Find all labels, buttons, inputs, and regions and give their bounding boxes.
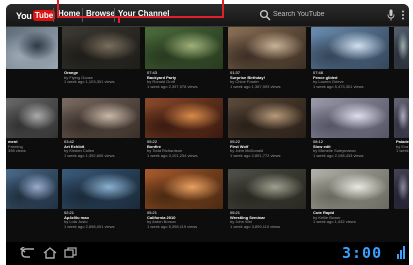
video-thumbnail[interactable]	[145, 169, 223, 209]
video-thumbnail[interactable]	[311, 27, 389, 69]
search-input[interactable]	[273, 7, 383, 22]
search-icon[interactable]	[259, 9, 271, 21]
video-tile[interactable]: 05:22 First Wolf by John McDonald 1 week ag…	[228, 98, 306, 166]
video-thumbnail[interactable]	[62, 98, 140, 138]
video-tile[interactable]: 02:21 Ap4x0lu mao by Lola Justo 1 week ago …	[62, 169, 140, 237]
video-tile[interactable]: 03:42 Art Exhibit by Kirsten Cullen 1 week …	[62, 98, 140, 166]
video-tile[interactable]: 07:48 Fence glided by Lauren Grieve 1 week …	[311, 27, 389, 97]
video-stats: 1 week ago 3,899,110 views	[230, 223, 281, 229]
video-tile[interactable]: Palade by Eva 1 week	[394, 98, 409, 166]
video-tile[interactable]: Cute Rapid by Kellie Bower 1 week ago 1,43…	[311, 169, 389, 237]
video-tile[interactable]: 08:12 Slow edit by Michelle Suleymanov 1 we…	[311, 98, 389, 166]
top-bar: You Tube Home Browse Your Channel	[6, 4, 409, 27]
tablet-screen: You Tube Home Browse Your Channel Search…	[6, 4, 409, 265]
video-caption: 07:48 Fence glided by Lauren Grieve 1 week …	[313, 70, 364, 89]
divider	[82, 8, 83, 22]
video-thumbnail[interactable]	[228, 98, 306, 138]
video-stats: 1 week ago 1,367,993 views	[230, 83, 281, 89]
video-caption: Cute Rapid by Kellie Bower 1 week ago 1,43…	[313, 210, 356, 225]
recent-apps-icon[interactable]	[64, 247, 77, 259]
video-tile[interactable]	[6, 169, 58, 237]
video-caption: ment Farming 398 views	[8, 139, 26, 154]
video-thumbnail[interactable]	[145, 27, 223, 69]
nav-home[interactable]: Home	[58, 9, 80, 18]
video-caption: 05:21 California 2010 by Anton Borsov 1 wee…	[147, 210, 198, 229]
video-stats: 1 week ago 1,432 views	[313, 219, 356, 225]
video-thumbnail[interactable]	[6, 169, 58, 209]
video-tile[interactable]: 05:22 Bonfire by Todd Richardson 1 week ago…	[145, 98, 223, 166]
video-thumbnail[interactable]	[62, 169, 140, 209]
video-caption: 05:22 Bonfire by Todd Richardson 1 week ago…	[147, 139, 198, 158]
nav-your-channel[interactable]: Your Channel	[118, 9, 169, 18]
video-thumbnail[interactable]	[145, 98, 223, 138]
video-tile[interactable]: 05:21 California 2010 by Anton Borsov 1 wee…	[145, 169, 223, 237]
youtube-logo[interactable]: You Tube	[16, 9, 56, 22]
logo-you: You	[16, 10, 32, 21]
video-caption: 02:21 Ap4x0lu mao by Lola Justo 1 week ago …	[64, 210, 115, 229]
video-thumbnail[interactable]	[394, 27, 409, 69]
clock: 3:00	[342, 244, 383, 262]
video-stats: 1 week ago 1,103,301 views	[64, 79, 115, 85]
video-tile[interactable]: 05:21 Wrestling Seminar by John Wei 1 week …	[228, 169, 306, 237]
video-stats: 1 week ago 2,198,433 views	[313, 152, 364, 158]
video-thumbnail[interactable]	[6, 98, 58, 138]
back-icon[interactable]	[20, 247, 36, 259]
video-stats: 1 week ago 3,101,234 views	[147, 152, 198, 158]
overflow-menu-icon[interactable]	[401, 10, 405, 20]
home-icon[interactable]	[43, 247, 57, 259]
video-stats: 1 week ago 5,473,301 views	[313, 83, 364, 89]
video-thumbnail[interactable]	[394, 169, 409, 209]
video-grid: Orange by Flying Goose 1 week ago 1,103,30…	[6, 27, 409, 242]
video-thumbnail[interactable]	[62, 27, 140, 69]
divider	[53, 8, 54, 22]
video-stats: 398 views	[8, 148, 26, 154]
video-thumbnail[interactable]	[311, 169, 389, 209]
video-caption: Palade by Eva 1 week	[396, 139, 409, 154]
microphone-icon[interactable]	[387, 9, 395, 21]
video-tile[interactable]	[394, 169, 409, 237]
video-thumbnail[interactable]	[394, 98, 409, 138]
screen: You Tube Home Browse Your Channel Search…	[0, 0, 413, 265]
video-stats: 1 week ago 2,891,772 views	[230, 152, 281, 158]
video-tile[interactable]: ment Farming 398 views	[6, 98, 58, 166]
video-tile[interactable]: 07:43 Backyard Party by Ronald Groff 1 week…	[145, 27, 223, 97]
video-thumbnail[interactable]	[6, 27, 58, 69]
nav-browse[interactable]: Browse	[86, 9, 115, 18]
video-thumbnail[interactable]	[228, 27, 306, 69]
video-caption: 08:12 Slow edit by Michelle Suleymanov 1 we…	[313, 139, 364, 158]
video-caption: 01:37 Surprise Birthday! by Chloe Fowler 1 …	[230, 70, 281, 89]
signal-icon[interactable]	[396, 246, 406, 260]
video-stats: 1 week ago 2,898,001 views	[64, 223, 115, 229]
video-caption: 05:22 First Wolf by John McDonald 1 week ag…	[230, 139, 281, 158]
video-tile[interactable]	[6, 27, 58, 97]
video-caption: 03:42 Art Exhibit by Kirsten Cullen 1 week …	[64, 139, 115, 158]
video-tile[interactable]: Orange by Flying Goose 1 week ago 1,103,30…	[62, 27, 140, 97]
video-stats: 1 week ago 1,392,600 views	[64, 152, 115, 158]
video-stats: 1 week ago 2,397,978 views	[147, 83, 198, 89]
video-caption: 05:21 Wrestling Seminar by John Wei 1 week …	[230, 210, 281, 229]
video-tile[interactable]	[394, 27, 409, 97]
system-bar: 3:00	[6, 242, 409, 265]
video-caption: 07:43 Backyard Party by Ronald Groff 1 week…	[147, 70, 198, 89]
video-caption: Orange by Flying Goose 1 week ago 1,103,30…	[64, 70, 115, 85]
logo-tube: Tube	[32, 10, 56, 21]
video-stats: 1 week	[396, 148, 409, 154]
video-stats: 1 week ago 5,398,119 views	[147, 223, 198, 229]
video-tile[interactable]: 01:37 Surprise Birthday! by Chloe Fowler 1 …	[228, 27, 306, 97]
divider	[114, 8, 115, 22]
video-thumbnail[interactable]	[311, 98, 389, 138]
video-thumbnail[interactable]	[228, 169, 306, 209]
